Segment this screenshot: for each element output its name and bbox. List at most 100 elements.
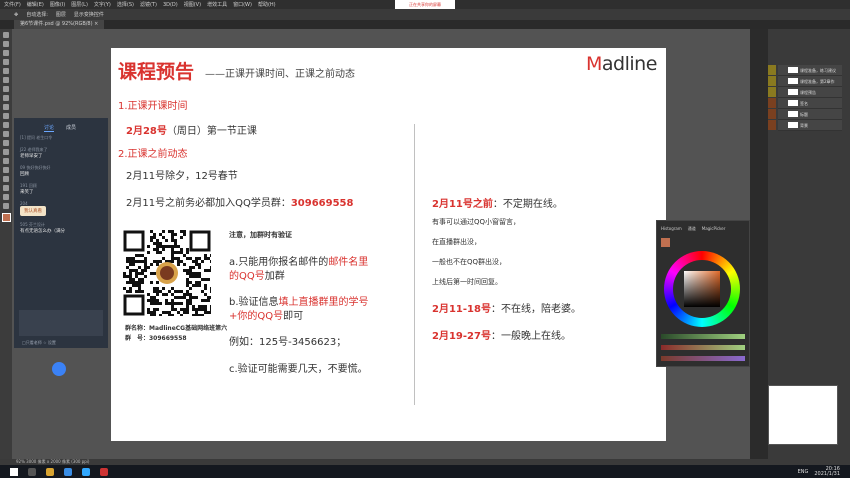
right-line-3: 一般也不在QQ群出没， (432, 258, 507, 266)
document-tab[interactable]: 第6节课件.psd @ 92%(RGB/8) × (14, 20, 105, 29)
step-a-line2: 的QQ号加群 (229, 271, 285, 282)
menu-item[interactable]: 3D(D) (163, 2, 178, 8)
folder-icon[interactable] (46, 467, 54, 476)
document-tabs: 第6节课件.psd @ 92%(RGB/8) × (0, 20, 850, 29)
brush-tool-icon[interactable] (3, 95, 9, 101)
tab-members[interactable]: 成员 (66, 124, 76, 132)
hand-tool-icon[interactable] (3, 194, 9, 200)
healing-tool-icon[interactable] (3, 86, 9, 92)
chat-message: 09 快好快好快好 回顾 (20, 165, 51, 177)
windows-start-icon[interactable] (10, 467, 18, 476)
madline-logo: Madline (586, 53, 657, 75)
menu-item[interactable]: 图层(L) (71, 1, 88, 8)
saturation-square[interactable] (684, 271, 720, 307)
chat-float-button[interactable] (52, 362, 66, 376)
chat-input[interactable] (19, 310, 103, 336)
menu-item[interactable]: 图像(I) (50, 1, 65, 8)
step-c-line: c.验证可能需要几天，不要慌。 (229, 364, 368, 375)
menu-item[interactable]: 增效工具 (207, 1, 227, 8)
show-transform-label[interactable]: 显示变换控件 (74, 11, 104, 18)
menu-item[interactable]: 选择(S) (117, 1, 134, 8)
type-tool-icon[interactable] (3, 167, 9, 173)
path-select-icon[interactable] (3, 176, 9, 182)
right-heading-before: 2月11号之前：不定期在线。 (432, 199, 563, 210)
marquee-tool-icon[interactable] (3, 41, 9, 47)
slider-2[interactable] (661, 345, 745, 350)
auto-select-label[interactable]: 自动选择: (26, 11, 48, 18)
chat-message: 191 回顾 来笑了 (20, 183, 37, 195)
wand-tool-icon[interactable] (3, 59, 9, 65)
foreground-color-swatch[interactable] (2, 213, 11, 222)
slider-3[interactable] (661, 356, 745, 361)
taskbar: ENG 20:16 2021/1/31 (0, 465, 850, 478)
gradient-tool-icon[interactable] (3, 131, 9, 137)
tab-discussion[interactable]: 讨论 (44, 124, 55, 132)
navigator-thumbnail[interactable] (768, 385, 838, 445)
start-date: 2月28号（周日）第一节正课 (126, 126, 257, 137)
chat-footer[interactable]: □只看老师 ☆ 设置 (22, 340, 56, 346)
chat-message: 204 我认真看 (14, 198, 108, 219)
eyedropper-tool-icon[interactable] (3, 77, 9, 83)
zoom-tool-icon[interactable] (3, 203, 9, 209)
layer-row[interactable]: 签名 (778, 98, 842, 109)
chat-message: J22 老师我来了 老师早安了 (20, 147, 48, 159)
menu-item[interactable]: 文件(F) (4, 1, 21, 8)
slide-subtitle: ——正课开课时间、正课之前动态 (205, 69, 355, 80)
menu-item[interactable]: 滤镜(T) (140, 1, 157, 8)
section-heading-1: 1.正课开课时间 (118, 101, 188, 112)
menu-item[interactable]: 帮助(H) (258, 1, 276, 8)
eraser-tool-icon[interactable] (3, 122, 9, 128)
qr-caption: 群名称：MadlineCG基础网络班第六 群 号：309669558 (125, 325, 228, 342)
lasso-tool-icon[interactable] (3, 50, 9, 56)
shape-tool-icon[interactable] (3, 185, 9, 191)
layer-row[interactable]: 标题 (778, 109, 842, 120)
crop-tool-icon[interactable] (3, 68, 9, 74)
hue-ring[interactable] (664, 251, 740, 327)
pen-tool-icon[interactable] (3, 158, 9, 164)
move-tool-icon[interactable] (3, 32, 9, 38)
tab-magicpicker[interactable]: MagicPicker (702, 226, 726, 232)
browser-icon[interactable] (64, 467, 72, 476)
current-color-swatch[interactable] (661, 238, 670, 247)
layer-select[interactable]: 图层 (56, 11, 66, 18)
chat-bubble: 我认真看 (20, 206, 46, 216)
step-a-line1: a.只能用你报名邮件的邮件名里 (229, 257, 369, 268)
tab-channels[interactable]: 通道 (688, 226, 696, 232)
right-heading-after: 2月19-27号：一般晚上在线。 (432, 331, 571, 342)
search-icon[interactable] (28, 467, 36, 476)
section-heading-2: 2.正课之前动态 (118, 149, 188, 160)
example-line: 例如：125号-3456623； (229, 337, 347, 348)
right-heading-holiday: 2月11-18号：不在线，陪老婆。 (432, 304, 581, 315)
holiday-line: 2月11号除夕，12号春节 (126, 171, 238, 182)
system-tray: ENG 20:16 2021/1/31 (798, 466, 850, 477)
layer-row[interactable]: 课程预告 (778, 87, 842, 98)
tab-histogram[interactable]: Histogram (661, 226, 682, 232)
clock[interactable]: 20:16 2021/1/31 (814, 466, 840, 477)
right-line-4: 上线后第一时间回复。 (432, 278, 502, 286)
move-tool-icon[interactable]: ✥ (14, 12, 18, 18)
verification-notice: 注意，加群时有验证 (229, 231, 292, 239)
menu-item[interactable]: 文字(Y) (94, 1, 111, 8)
layer-row[interactable]: 课程准备，练习建议 (778, 65, 842, 76)
right-line-2: 在直播群出没， (432, 238, 481, 246)
options-bar: ✥ 自动选择: 图层 显示变换控件 (0, 9, 850, 20)
menu-item[interactable]: 窗口(W) (233, 1, 252, 8)
join-group-line: 2月11号之前务必都加入QQ学员群：309669558 (126, 198, 354, 209)
photoshop-icon[interactable] (82, 467, 90, 476)
step-b-line2: +你的QQ号即可 (229, 311, 304, 322)
stamp-tool-icon[interactable] (3, 104, 9, 110)
panel-dock (750, 29, 768, 459)
slider-1[interactable] (661, 334, 745, 339)
screen-share-badge[interactable]: 正在共享你的屏幕 (395, 0, 455, 9)
history-brush-icon[interactable] (3, 113, 9, 119)
app-icon[interactable] (100, 467, 108, 476)
dodge-tool-icon[interactable] (3, 149, 9, 155)
chat-message: [1] 提问 老生口令 (20, 135, 53, 140)
menu-item[interactable]: 编辑(E) (27, 1, 44, 8)
chat-panel: 讨论 成员 [1] 提问 老生口令 J22 老师我来了 老师早安了 09 快好快好… (14, 118, 108, 348)
layer-row[interactable]: 背景 (778, 120, 842, 131)
menu-item[interactable]: 视图(V) (184, 1, 201, 8)
language-indicator[interactable]: ENG (798, 469, 809, 475)
layer-row[interactable]: 课程准备，第2章作 (778, 76, 842, 87)
blur-tool-icon[interactable] (3, 140, 9, 146)
